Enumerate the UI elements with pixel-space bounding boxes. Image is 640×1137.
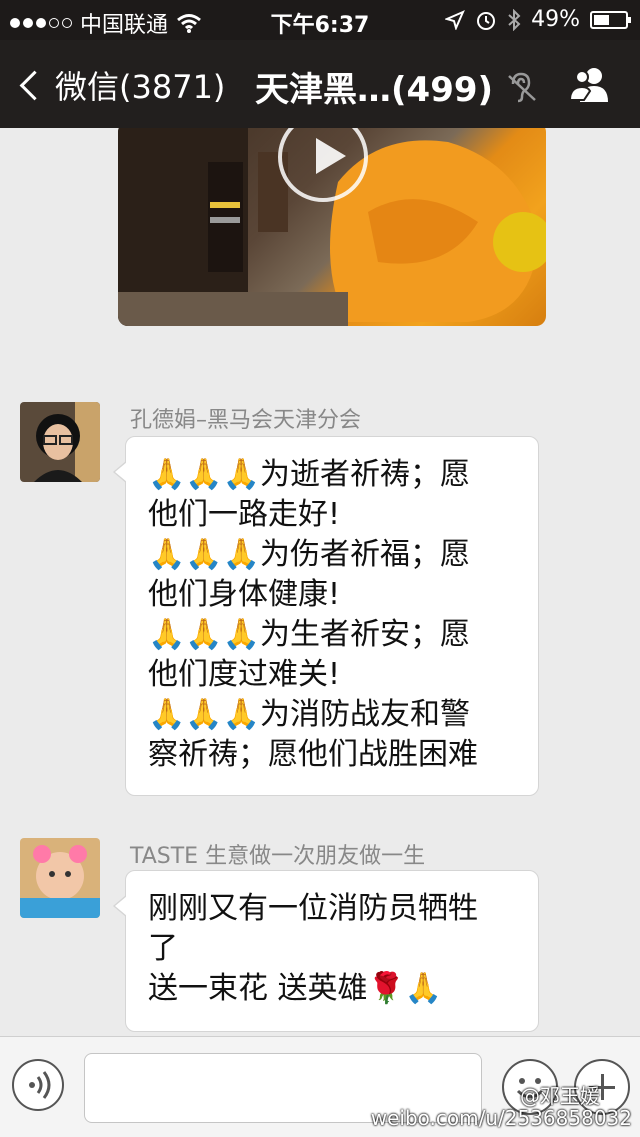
message-line: 他们度过难关! [148, 657, 341, 692]
video-message-thumbnail[interactable] [118, 128, 546, 326]
message-line: 🙏🙏🙏为消防战友和警 [148, 697, 471, 732]
alarm-clock-icon [477, 11, 496, 30]
bluetooth-icon [508, 8, 521, 31]
message-line: 🙏🙏🙏为伤者祈福；愿 [148, 537, 471, 572]
chat-area[interactable]: 孔德娟–黑马会天津分会 🙏🙏🙏为逝者祈祷；愿 他们一路走好! 🙏🙏🙏为伤者祈福；… [0, 128, 640, 1036]
avatar[interactable] [20, 838, 100, 918]
back-label: 微信(3871) [55, 68, 226, 106]
nav-bar: 微信(3871) 天津黑…(499) [0, 40, 640, 128]
battery-icon [590, 10, 631, 29]
watermark-user: @邓玉媛 [520, 1084, 600, 1108]
ear-muted-icon [508, 72, 536, 102]
message-bubble[interactable]: 🙏🙏🙏为逝者祈祷；愿 他们一路走好! 🙏🙏🙏为伤者祈福；愿 他们身体健康! 🙏🙏… [113, 436, 539, 796]
message-bubble[interactable]: 刚刚又有一位消防员牺牲 了 送一束花 送英雄🌹🙏 [113, 870, 539, 1032]
message-item: TASTE 生意做一次朋友做一生 刚刚又有一位消防员牺牲 了 送一束花 送英雄🌹… [20, 838, 620, 1034]
message-item: 孔德娟–黑马会天津分会 🙏🙏🙏为逝者祈祷；愿 他们一路走好! 🙏🙏🙏为伤者祈福；… [20, 402, 620, 796]
message-line: 刚刚又有一位消防员牺牲 [148, 891, 478, 926]
message-line: 了 [148, 931, 178, 966]
location-arrow-icon [445, 9, 466, 30]
message-line: 察祈祷；愿他们战胜困难 [148, 737, 478, 772]
chat-title-text: 天津黑…(499) [255, 70, 494, 110]
avatar[interactable] [20, 402, 100, 482]
voice-icon[interactable] [12, 1059, 64, 1111]
message-line: 🙏🙏🙏为逝者祈祷；愿 [148, 457, 471, 492]
chevron-left-icon [19, 70, 50, 100]
message-line: 送一束花 送英雄🌹🙏 [148, 971, 443, 1006]
group-contacts-icon[interactable] [568, 64, 614, 104]
chat-title: 天津黑…(499) [255, 62, 539, 111]
message-line: 他们一路走好! [148, 497, 341, 532]
back-button[interactable]: 微信(3871) [18, 62, 225, 108]
status-right: 49% [445, 7, 631, 32]
message-line: 他们身体健康! [148, 577, 341, 612]
message-line: 🙏🙏🙏为生者祈安；愿 [148, 617, 471, 652]
watermark-url: weibo.com/u/2536858032 [370, 1106, 632, 1130]
sender-name: 孔德娟–黑马会天津分会 [130, 408, 362, 433]
sender-name: TASTE 生意做一次朋友做一生 [130, 844, 426, 869]
status-bar: 中国联通 下午6:37 49% [0, 0, 640, 40]
battery-percentage: 49% [531, 7, 580, 32]
